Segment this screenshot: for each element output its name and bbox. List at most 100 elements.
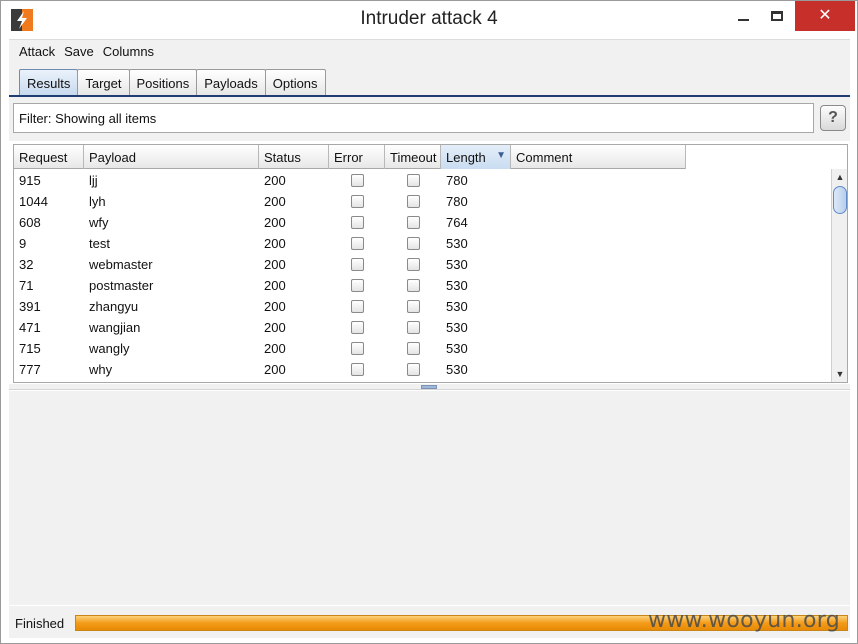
cell-payload: wfy bbox=[89, 215, 109, 230]
details-pane bbox=[9, 391, 850, 605]
cell-length: 530 bbox=[446, 320, 468, 335]
cell-error bbox=[329, 212, 385, 233]
tab-target[interactable]: Target bbox=[77, 69, 130, 96]
help-button[interactable]: ? bbox=[820, 105, 846, 131]
error-checkbox[interactable] bbox=[350, 216, 364, 229]
cell-comment bbox=[511, 191, 686, 212]
scroll-down-arrow-icon[interactable]: ▼ bbox=[832, 366, 847, 382]
cell-comment bbox=[511, 233, 686, 254]
timeout-checkbox[interactable] bbox=[406, 258, 420, 271]
cell-timeout bbox=[385, 212, 441, 233]
error-checkbox[interactable] bbox=[350, 321, 364, 334]
cell-timeout bbox=[385, 296, 441, 317]
timeout-checkbox[interactable] bbox=[406, 300, 420, 313]
tab-payloads[interactable]: Payloads bbox=[196, 69, 266, 96]
table-row[interactable]: 9 test 200 530 bbox=[14, 233, 686, 254]
error-checkbox[interactable] bbox=[350, 237, 364, 250]
cell-error bbox=[329, 275, 385, 296]
timeout-checkbox[interactable] bbox=[406, 216, 420, 229]
error-checkbox[interactable] bbox=[350, 258, 364, 271]
cell-status: 200 bbox=[264, 257, 286, 272]
cell-timeout bbox=[385, 254, 441, 275]
column-header-timeout[interactable]: Timeout bbox=[385, 145, 441, 169]
timeout-checkbox[interactable] bbox=[406, 342, 420, 355]
error-checkbox[interactable] bbox=[350, 363, 364, 376]
table-row[interactable]: 1044 lyh 200 780 bbox=[14, 191, 686, 212]
timeout-checkbox[interactable] bbox=[406, 279, 420, 292]
pane-splitter[interactable] bbox=[9, 384, 850, 390]
cell-request: 608 bbox=[19, 215, 41, 230]
splitter-grip-icon[interactable] bbox=[421, 385, 437, 389]
cell-comment bbox=[511, 254, 686, 275]
error-checkbox[interactable] bbox=[350, 300, 364, 313]
table-row[interactable]: 471 wangjian 200 530 bbox=[14, 317, 686, 338]
column-header-payload[interactable]: Payload bbox=[84, 145, 259, 169]
cell-comment bbox=[511, 317, 686, 338]
table-row[interactable]: 608 wfy 200 764 bbox=[14, 212, 686, 233]
cell-length: 780 bbox=[446, 194, 468, 209]
table-row[interactable]: 71 postmaster 200 530 bbox=[14, 275, 686, 296]
status-bar: Finished www.wooyun.org bbox=[9, 606, 850, 638]
table-row[interactable]: 777 why 200 530 bbox=[14, 359, 686, 380]
maximize-icon bbox=[771, 11, 783, 21]
table-row[interactable]: 915 ljj 200 780 bbox=[14, 170, 686, 191]
column-header-length[interactable]: Length ▼ bbox=[441, 145, 511, 169]
menu-attack[interactable]: Attack bbox=[19, 44, 55, 59]
cell-status: 200 bbox=[264, 236, 286, 251]
table-row[interactable]: 715 wangly 200 530 bbox=[14, 338, 686, 359]
timeout-checkbox[interactable] bbox=[406, 321, 420, 334]
error-checkbox[interactable] bbox=[350, 195, 364, 208]
cell-timeout bbox=[385, 338, 441, 359]
close-button[interactable]: ✕ bbox=[795, 1, 855, 31]
cell-status: 200 bbox=[264, 173, 286, 188]
cell-payload: wangjian bbox=[89, 320, 141, 335]
cell-status: 200 bbox=[264, 341, 286, 356]
timeout-checkbox[interactable] bbox=[406, 363, 420, 376]
title-bar[interactable]: Intruder attack 4 ✕ bbox=[1, 1, 857, 39]
tab-results[interactable]: Results bbox=[19, 69, 79, 96]
cell-error bbox=[329, 317, 385, 338]
tab-positions[interactable]: Positions bbox=[128, 69, 198, 96]
cell-status: 200 bbox=[264, 320, 286, 335]
tab-options[interactable]: Options bbox=[264, 69, 326, 96]
vertical-scrollbar[interactable]: ▲ ▼ bbox=[831, 169, 847, 382]
minimize-icon bbox=[737, 19, 749, 21]
cell-timeout bbox=[385, 191, 441, 212]
cell-error bbox=[329, 296, 385, 317]
cell-error bbox=[329, 191, 385, 212]
timeout-checkbox[interactable] bbox=[406, 237, 420, 250]
cell-length: 530 bbox=[446, 278, 468, 293]
error-checkbox[interactable] bbox=[350, 174, 364, 187]
cell-timeout bbox=[385, 275, 441, 296]
cell-request: 9 bbox=[19, 236, 27, 251]
menu-columns[interactable]: Columns bbox=[103, 44, 154, 59]
error-checkbox[interactable] bbox=[350, 342, 364, 355]
timeout-checkbox[interactable] bbox=[406, 174, 420, 187]
cell-comment bbox=[511, 212, 686, 233]
column-header-request[interactable]: Request bbox=[14, 145, 84, 169]
cell-request: 1044 bbox=[19, 194, 48, 209]
scroll-up-arrow-icon[interactable]: ▲ bbox=[832, 169, 847, 185]
filter-bar[interactable]: Filter: Showing all items bbox=[13, 103, 814, 133]
column-header-comment[interactable]: Comment bbox=[511, 145, 686, 169]
maximize-button[interactable] bbox=[761, 1, 793, 31]
cell-request: 32 bbox=[19, 257, 34, 272]
sort-descending-icon: ▼ bbox=[496, 150, 506, 161]
timeout-checkbox[interactable] bbox=[406, 195, 420, 208]
table-row[interactable]: 391 zhangyu 200 530 bbox=[14, 296, 686, 317]
table-header: Request Payload Status Error Timeout Len… bbox=[14, 145, 686, 169]
filter-area: Filter: Showing all items ? bbox=[9, 97, 850, 141]
error-checkbox[interactable] bbox=[350, 279, 364, 292]
cell-length: 780 bbox=[446, 173, 468, 188]
cell-payload: why bbox=[89, 362, 113, 377]
cell-timeout bbox=[385, 233, 441, 254]
cell-length: 764 bbox=[446, 215, 468, 230]
column-header-status[interactable]: Status bbox=[259, 145, 329, 169]
table-row[interactable]: 32 webmaster 200 530 bbox=[14, 254, 686, 275]
cell-payload: webmaster bbox=[89, 257, 153, 272]
menu-save[interactable]: Save bbox=[64, 44, 94, 59]
scroll-thumb[interactable] bbox=[833, 186, 847, 214]
column-header-error[interactable]: Error bbox=[329, 145, 385, 169]
minimize-button[interactable] bbox=[727, 1, 759, 31]
cell-payload: postmaster bbox=[89, 278, 154, 293]
